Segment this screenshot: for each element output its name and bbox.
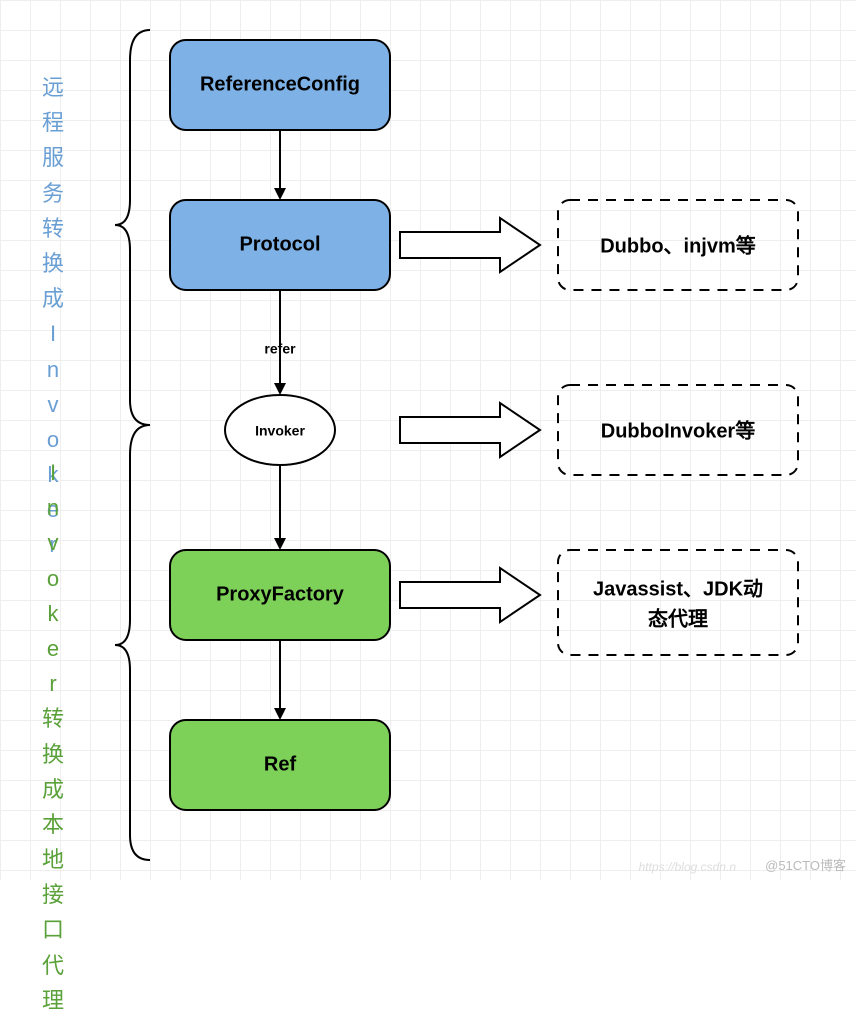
- node-reference-config-label: ReferenceConfig: [200, 73, 360, 95]
- dashed-javassist-jdk-l1: Javassist、JDK动: [593, 577, 763, 600]
- hollow-arrow-proxy: [400, 568, 540, 622]
- brace-lower: [115, 425, 150, 860]
- node-ref-label: Ref: [264, 753, 297, 775]
- node-invoker-label: Invoker: [255, 423, 305, 439]
- arrowhead-3: [274, 538, 286, 550]
- node-proxy-factory-label: ProxyFactory: [216, 583, 345, 605]
- hollow-arrow-invoker: [400, 403, 540, 457]
- watermark-51cto: @51CTO博客: [765, 855, 846, 874]
- edge-refer-label: refer: [264, 341, 296, 357]
- brace-upper: [115, 30, 150, 425]
- dashed-javassist-jdk-l2: 态代理: [648, 606, 708, 630]
- arrowhead-4: [274, 708, 286, 720]
- watermark-csdn: https://blog.csdn.n: [639, 860, 736, 874]
- arrowhead-2: [274, 383, 286, 395]
- dashed-dubbo-invoker-label: DubboInvoker等: [601, 418, 755, 442]
- arrowhead-1: [274, 188, 286, 200]
- node-protocol-label: Protocol: [239, 233, 320, 255]
- dashed-dubbo-injvm-label: Dubbo、injvm等: [600, 233, 756, 257]
- label-left-lower: Invoker转换成本地接口代理: [42, 455, 64, 1018]
- dashed-javassist-jdk: [558, 550, 798, 655]
- hollow-arrow-protocol: [400, 218, 540, 272]
- diagram-svg: ReferenceConfig Protocol Invoker ProxyFa…: [0, 0, 856, 880]
